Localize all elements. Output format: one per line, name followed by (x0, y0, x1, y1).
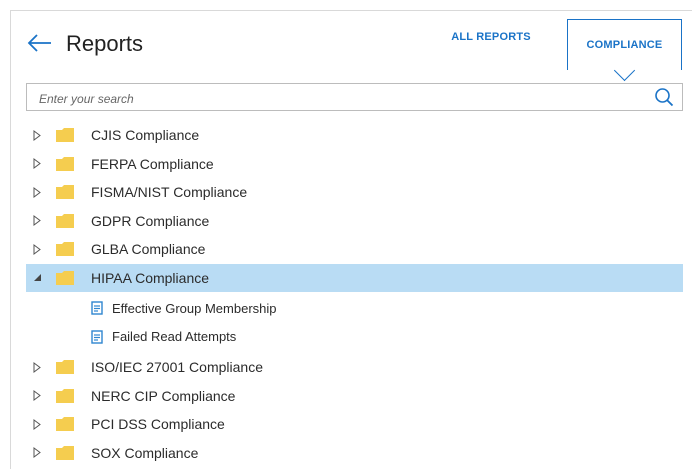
expand-toggle[interactable] (32, 390, 42, 402)
tree-folder-row[interactable]: ISO/IEC 27001 Compliance (26, 353, 683, 381)
folder-icon (56, 185, 74, 199)
page-title: Reports (66, 31, 144, 56)
expand-toggle[interactable] (32, 186, 42, 198)
folder-icon (56, 417, 74, 431)
folder-icon (56, 445, 74, 460)
tree-folder-label: FISMA/NIST Compliance (91, 184, 248, 200)
tree-folder-row[interactable]: FISMA/NIST Compliance (26, 178, 683, 206)
triangle-right-icon (33, 390, 41, 401)
tree-folder-row[interactable]: FERPA Compliance (26, 150, 683, 178)
tab-all-reports-label: ALL REPORTS (451, 31, 531, 43)
tree-folder-row[interactable]: GDPR Compliance (26, 207, 683, 235)
folder-icon (56, 360, 74, 374)
tree-folder-label: SOX Compliance (91, 444, 199, 461)
tree-folder-label: NERC CIP Compliance (91, 387, 236, 404)
tree-report-label: Failed Read Attempts (112, 329, 237, 344)
triangle-right-icon (33, 418, 41, 430)
tree-folder-label: PCI DSS Compliance (91, 416, 225, 432)
tree-folder-row[interactable]: CJIS Compliance (26, 121, 683, 149)
expand-toggle[interactable] (32, 272, 42, 284)
triangle-down-icon (33, 274, 41, 281)
tree-folder-label: FERPA Compliance (91, 155, 214, 172)
tab-compliance-label: COMPLIANCE (586, 39, 663, 51)
triangle-right-icon (33, 186, 41, 198)
reports-panel: Reports ALL REPORTS COMPLIANCE CJIS Comp… (10, 10, 692, 469)
report-document-icon (91, 301, 103, 315)
search-box (26, 83, 683, 111)
expand-toggle[interactable] (32, 418, 42, 430)
tree-folder-label: CJIS Compliance (91, 127, 200, 143)
triangle-right-icon (33, 215, 41, 226)
folder-icon (56, 156, 74, 171)
triangle-right-icon (33, 447, 41, 458)
expand-toggle[interactable] (32, 243, 42, 255)
tree-report-item[interactable]: Effective Group Membership (91, 294, 277, 322)
expand-toggle[interactable] (32, 129, 42, 141)
arrow-left-icon (27, 34, 51, 52)
triangle-right-icon (33, 361, 41, 373)
expand-toggle[interactable] (32, 361, 42, 373)
tree-folder-row[interactable]: GLBA Compliance (26, 235, 683, 263)
folder-icon (56, 270, 74, 285)
back-button[interactable] (27, 31, 53, 55)
tree-folder-label: ISO/IEC 27001 Compliance (91, 359, 263, 375)
folder-icon (56, 213, 74, 228)
search-button[interactable] (654, 87, 674, 107)
triangle-right-icon (33, 158, 41, 169)
folder-icon (56, 388, 74, 403)
triangle-right-icon (33, 243, 41, 255)
folder-icon (56, 242, 74, 256)
tree-folder-row[interactable]: HIPAA Compliance (26, 263, 683, 292)
tree-folder-row[interactable]: NERC CIP Compliance (26, 382, 683, 410)
search-input[interactable] (37, 89, 641, 109)
tree-folder-label: HIPAA Compliance (91, 269, 210, 286)
tab-all-reports[interactable]: ALL REPORTS (431, 11, 551, 63)
expand-toggle[interactable] (32, 158, 42, 170)
tree-folder-label: GDPR Compliance (91, 212, 210, 229)
tree-folder-row[interactable]: SOX Compliance (26, 439, 683, 467)
search-icon (655, 88, 674, 107)
tree-folder-row[interactable]: PCI DSS Compliance (26, 410, 683, 438)
tree-report-item[interactable]: Failed Read Attempts (91, 323, 236, 351)
triangle-right-icon (33, 129, 41, 141)
report-document-icon (91, 329, 103, 344)
folder-icon (56, 128, 74, 142)
expand-toggle[interactable] (32, 447, 42, 459)
expand-toggle[interactable] (32, 215, 42, 227)
tree-report-label: Effective Group Membership (112, 300, 277, 316)
tree-folder-label: GLBA Compliance (91, 241, 206, 257)
